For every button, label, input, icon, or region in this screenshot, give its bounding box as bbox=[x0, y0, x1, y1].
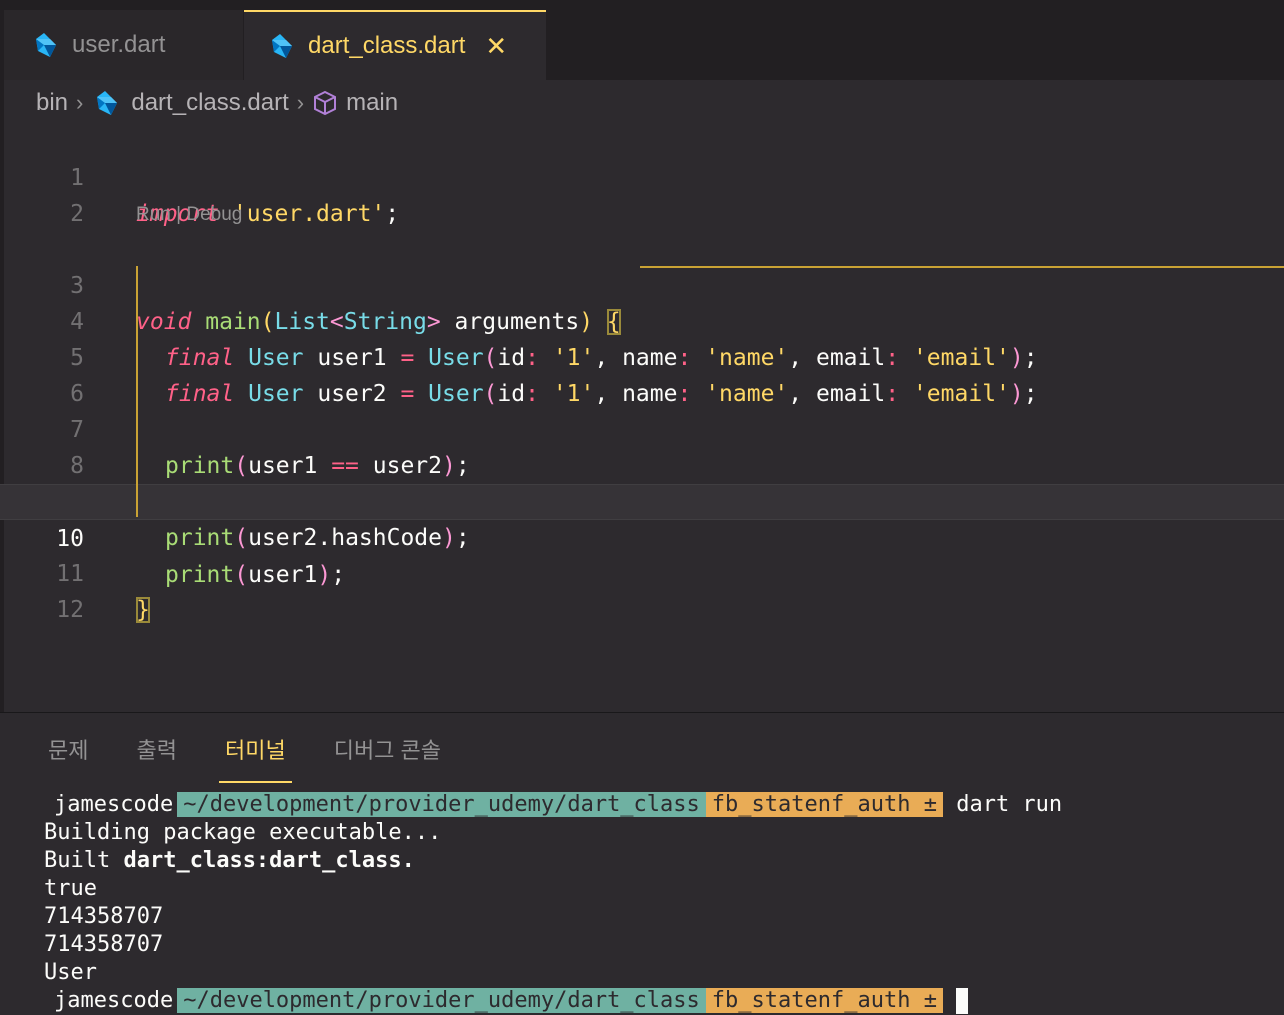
code-line[interactable]: 2 bbox=[0, 160, 1284, 227]
code-line[interactable]: 1 import 'user.dart'; bbox=[0, 124, 1284, 227]
terminal-line: 714358707 bbox=[44, 904, 164, 929]
prompt-user: jamescode bbox=[44, 792, 178, 817]
cube-icon bbox=[314, 90, 337, 116]
codelens-run-debug[interactable]: Run | Debug bbox=[136, 204, 242, 226]
breadcrumb: bin › dart_class.dart › main bbox=[36, 84, 398, 122]
bottom-panel: 문제 출력 터미널 디버그 콘솔 jamescode ~/development/… bbox=[0, 712, 1284, 1014]
terminal-line: true bbox=[44, 876, 97, 901]
terminal-line: User bbox=[44, 960, 97, 985]
chevron-right-icon: › bbox=[296, 90, 305, 115]
terminal-line-bold: dart_class:dart_class. bbox=[123, 848, 415, 873]
tab-user-dart[interactable]: user.dart bbox=[4, 10, 243, 80]
code-text: } bbox=[136, 597, 150, 623]
tab-label: dart_class.dart bbox=[308, 32, 466, 59]
breadcrumb-item-bin[interactable]: bin bbox=[36, 89, 68, 117]
tab-problems[interactable]: 문제 bbox=[48, 733, 88, 781]
code-editor[interactable]: 1 import 'user.dart'; 2 Run | Debug 3 vo… bbox=[0, 124, 1284, 712]
tab-dart-class-dart[interactable]: dart_class.dart ✕ bbox=[244, 10, 546, 80]
terminal-line: Building package executable... bbox=[44, 820, 442, 845]
breadcrumb-item-symbol[interactable]: main bbox=[346, 89, 398, 117]
editor-tab-bar: user.dart dart_class.dart ✕ bbox=[4, 10, 1284, 80]
code-line[interactable]: 6 bbox=[0, 340, 1284, 407]
code-line[interactable]: 5 final User user2 = User(id: '1', name:… bbox=[0, 304, 1284, 407]
code-line[interactable]: 4 final User user1 = User(id: '1', name:… bbox=[0, 268, 1284, 371]
code-line[interactable]: 7 print(user1 == user2); bbox=[0, 376, 1284, 479]
breadcrumb-item-file[interactable]: dart_class.dart bbox=[131, 89, 288, 117]
scope-guide-gap bbox=[138, 266, 640, 268]
dart-icon bbox=[272, 34, 292, 58]
dart-icon bbox=[97, 91, 118, 115]
code-line[interactable]: 9 print(user2.hashCode); bbox=[0, 448, 1284, 551]
dart-icon bbox=[36, 33, 56, 57]
line-number: 12 bbox=[56, 597, 84, 623]
line-number: 2 bbox=[70, 201, 84, 227]
terminal-line: 714358707 bbox=[44, 932, 164, 957]
code-line-current[interactable]: 10 print(user1); bbox=[0, 484, 1284, 588]
code-line[interactable]: 12 bbox=[0, 556, 1284, 623]
prompt-branch: fb_statenf_auth ± bbox=[705, 792, 943, 817]
window-top-strip bbox=[0, 0, 1284, 10]
code-line[interactable]: 11 } bbox=[0, 520, 1284, 623]
terminal-line: Built bbox=[44, 848, 124, 873]
tab-label: user.dart bbox=[72, 31, 166, 58]
tab-output[interactable]: 출력 bbox=[136, 733, 176, 781]
panel-tabs: 문제 출력 터미널 디버그 콘솔 bbox=[48, 733, 489, 783]
close-icon[interactable]: ✕ bbox=[485, 33, 507, 59]
tab-terminal[interactable]: 터미널 bbox=[218, 733, 292, 783]
prompt-path: ~/development/provider_udemy/dart_class bbox=[177, 792, 706, 817]
prompt-command: dart run bbox=[956, 792, 1063, 817]
code-line[interactable]: 3 void main(List<String> arguments) { bbox=[0, 232, 1284, 335]
terminal-output[interactable]: jamescode ~/development/provider_udemy/da… bbox=[44, 791, 1062, 1015]
chevron-right-icon: › bbox=[76, 90, 84, 115]
code-line[interactable]: 8 print(user1.hashCode); bbox=[0, 412, 1284, 515]
tab-debug-console[interactable]: 디버그 콘솔 bbox=[334, 733, 441, 781]
